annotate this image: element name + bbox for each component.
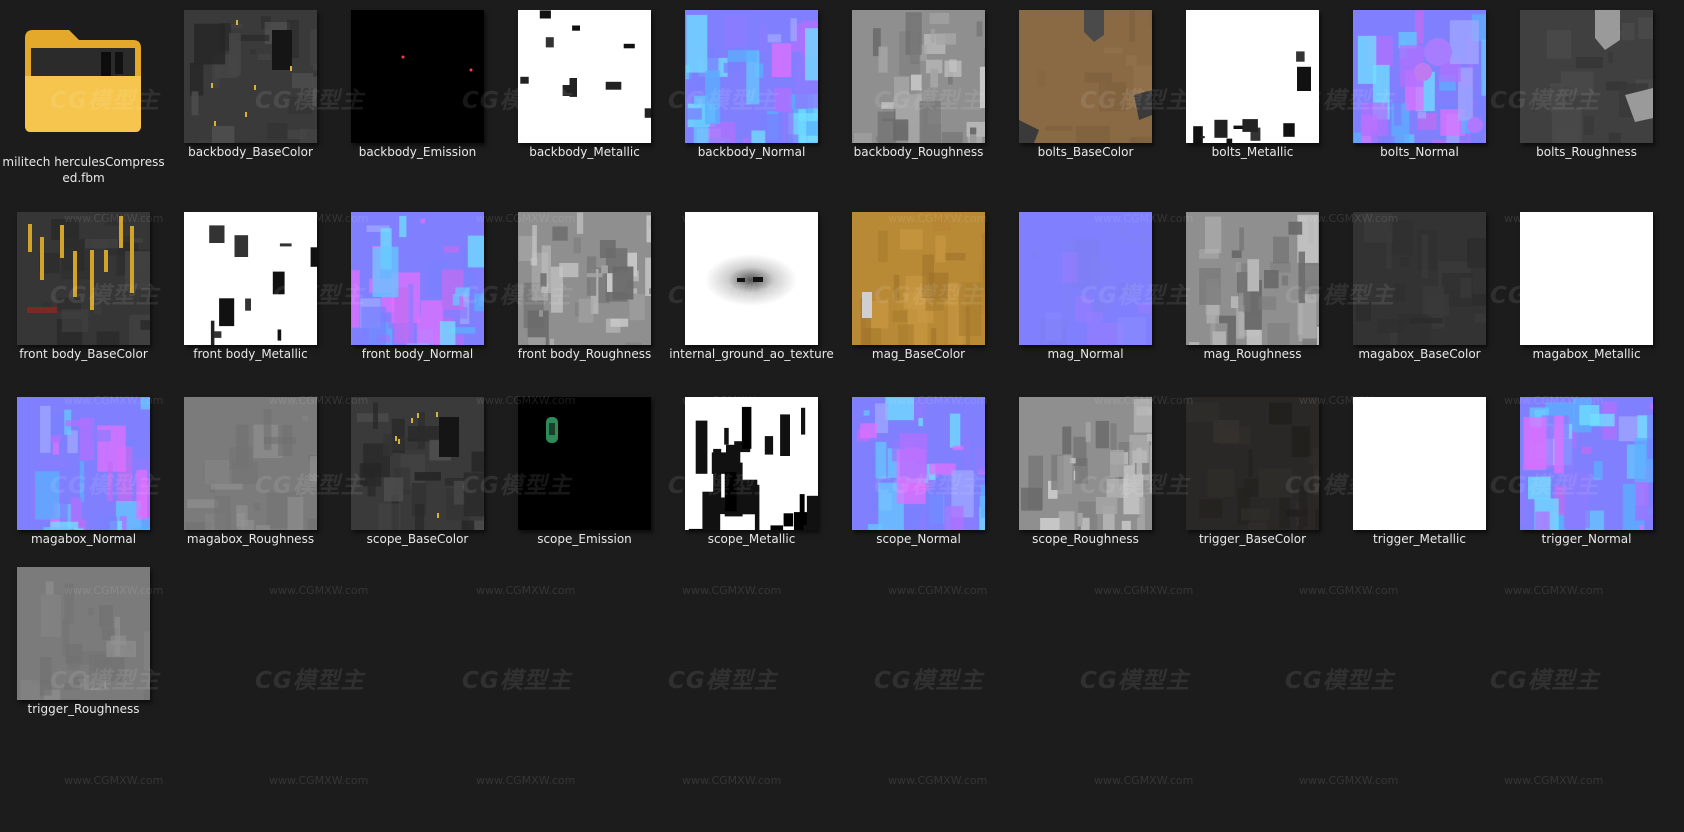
texture-thumbnail [1520,397,1653,530]
file-name: bolts_Normal [1380,145,1459,159]
file-name: trigger_Roughness [27,702,140,716]
texture-thumbnail [17,212,150,345]
file-grid: militech herculesCompressed.fbm backbody_… [0,0,1684,832]
folder-icon [17,10,150,143]
texture-thumbnail [351,212,484,345]
file-name: scope_Roughness [1032,532,1139,546]
texture-thumbnail [685,212,818,345]
file-name: trigger_Normal [1541,532,1632,546]
texture-thumbnail [351,397,484,530]
file-name: front body_Normal [361,347,474,361]
file-name: bolts_Metallic [1211,145,1294,159]
texture-thumbnail [685,10,818,143]
file-name: mag_BaseColor [871,347,966,361]
file-name: scope_BaseColor [366,532,469,546]
texture-thumbnail [852,397,985,530]
texture-thumbnail [852,10,985,143]
file-name: trigger_Metallic [1373,532,1466,546]
texture-thumbnail [184,212,317,345]
file-name: magabox_Normal [30,532,137,546]
file-name: magabox_Roughness [186,532,315,546]
texture-thumbnail [1520,10,1653,143]
file-name: backbody_Normal [697,145,806,159]
texture-thumbnail [1019,10,1152,143]
file-name: bolts_BaseColor [1037,145,1134,159]
texture-thumbnail [17,567,150,700]
file-name: internal_ground_ao_texture [669,347,834,361]
texture-thumbnail [1019,212,1152,345]
texture-thumbnail [852,212,985,345]
texture-thumbnail [1353,397,1486,530]
file-name: scope_Metallic [707,532,796,546]
file-name: magabox_BaseColor [1358,347,1481,361]
texture-thumbnail [17,397,150,530]
file-name: mag_Roughness [1203,347,1302,361]
file-name: front body_BaseColor [19,347,148,361]
texture-thumbnail [1353,10,1486,143]
texture-thumbnail [1019,397,1152,530]
texture-thumbnail [184,10,317,143]
texture-thumbnail [1186,10,1319,143]
texture-thumbnail [518,10,651,143]
file-name: scope_Emission [537,532,632,546]
file-name: backbody_BaseColor [188,145,313,159]
texture-thumbnail [518,212,651,345]
file-name: backbody_Metallic [529,145,640,159]
file-name: front body_Metallic [193,347,308,361]
texture-thumbnail [351,10,484,143]
file-name: magabox_Metallic [1532,347,1641,361]
texture-thumbnail [518,397,651,530]
file-name: militech herculesCompressed.fbm [2,155,165,185]
texture-thumbnail [1186,397,1319,530]
file-name: front body_Roughness [517,347,652,361]
texture-thumbnail [1353,212,1486,345]
texture-thumbnail [1186,212,1319,345]
file-name: bolts_Roughness [1536,145,1637,159]
file-name: trigger_BaseColor [1198,532,1307,546]
file-name: backbody_Roughness [853,145,984,159]
texture-thumbnail [685,397,818,530]
texture-thumbnail [1520,212,1653,345]
file-name: backbody_Emission [358,145,477,159]
file-name: scope_Normal [876,532,961,546]
texture-thumbnail [184,397,317,530]
file-name: mag_Normal [1047,347,1124,361]
